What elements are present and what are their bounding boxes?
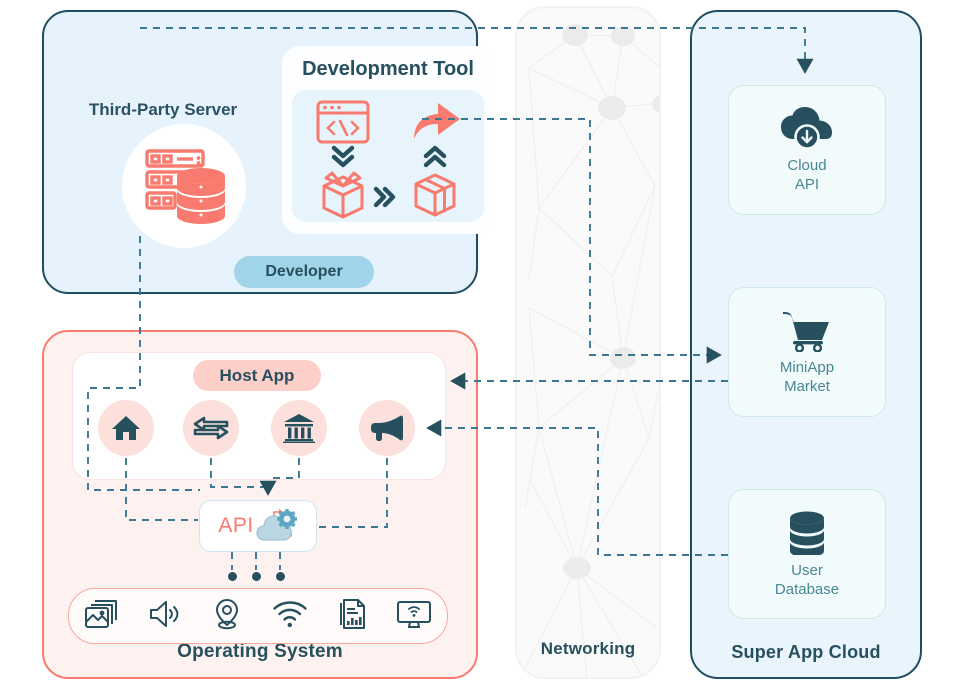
third-party-server-panel: Third-Party Server Development Tool Deve… — [42, 10, 494, 294]
api-dot — [228, 572, 237, 581]
wifi-icon — [273, 600, 307, 627]
megaphone-icon — [371, 415, 403, 441]
api-box[interactable]: API — [199, 500, 317, 552]
network-graph-background — [524, 24, 659, 677]
cloud-gear-icon — [256, 509, 297, 541]
speaker-icon — [150, 600, 179, 627]
gear-sub-icon — [276, 509, 297, 529]
cloud-card-label: User Database — [775, 562, 839, 600]
chevron-double-down-icon — [331, 145, 355, 168]
host-app-icon-megaphone[interactable] — [359, 400, 415, 456]
cloud-card-label: Cloud API — [787, 157, 826, 195]
api-label: API — [218, 514, 254, 537]
document-chart-icon — [340, 598, 365, 629]
smart-tv-icon — [397, 600, 431, 628]
api-dot — [252, 572, 261, 581]
chevron-double-up-icon — [423, 145, 447, 168]
host-app-icon-home[interactable] — [98, 400, 154, 456]
os-icon-speaker[interactable] — [148, 599, 182, 634]
os-icon-wifi[interactable] — [272, 599, 308, 634]
host-app-icon-transfer[interactable] — [183, 400, 239, 456]
chevron-double-right-icon — [373, 186, 396, 208]
networking-panel: Networking — [515, 6, 661, 679]
operating-system-panel-label: Operating System — [177, 641, 343, 662]
os-icon-location[interactable] — [212, 598, 242, 635]
host-app-pill: Host App — [193, 360, 321, 391]
developer-pill: Developer — [234, 256, 374, 288]
diagram-canvas: Networking Third-Party Server Developmen… — [0, 0, 960, 689]
code-window-icon — [316, 100, 370, 144]
super-app-cloud-panel-label: Super App Cloud — [731, 642, 881, 662]
cloud-card-line1: Cloud — [787, 156, 827, 174]
cloud-download-icon — [781, 106, 832, 150]
third-party-server-title: Third-Party Server — [88, 100, 238, 119]
database-icon — [790, 511, 824, 555]
share-arrow-icon — [414, 103, 460, 139]
shopping-cart-icon — [783, 311, 829, 352]
photos-icon — [85, 599, 117, 628]
open-box-icon — [322, 171, 364, 219]
development-tool-card: Development Tool — [282, 46, 494, 234]
development-tool-icon-group — [316, 100, 460, 219]
server-database-icon — [145, 149, 225, 224]
cloud-card-line2: Database — [774, 580, 840, 598]
cloud-card-line1: User — [791, 561, 823, 579]
cloud-card-miniapp-market[interactable]: MiniApp Market — [728, 287, 886, 417]
cloud-card-line2: API — [794, 175, 820, 193]
cloud-card-line1: MiniApp — [779, 358, 835, 376]
networking-panel-label: Networking — [540, 639, 636, 658]
os-icon-document[interactable] — [338, 598, 366, 635]
api-dot — [276, 572, 285, 581]
home-icon — [112, 416, 140, 440]
operating-system-icon-bar — [68, 588, 448, 644]
cloud-card-user-database[interactable]: User Database — [728, 489, 886, 619]
development-tool-title: Development Tool — [302, 58, 474, 80]
bank-icon — [283, 414, 315, 443]
location-pin-icon — [215, 598, 239, 629]
transfer-arrows-icon — [193, 416, 229, 440]
cloud-card-label: MiniApp Market — [780, 359, 834, 397]
third-party-server-icon-wrap — [122, 124, 246, 248]
cloud-card-line2: Market — [784, 377, 830, 395]
host-app-icon-bank[interactable] — [271, 400, 327, 456]
closed-box-icon — [414, 173, 456, 217]
os-icon-photos[interactable] — [84, 599, 118, 634]
os-icon-smart-tv[interactable] — [396, 599, 432, 634]
development-tool-icon-area — [292, 90, 484, 222]
cloud-card-cloud-api[interactable]: Cloud API — [728, 85, 886, 215]
